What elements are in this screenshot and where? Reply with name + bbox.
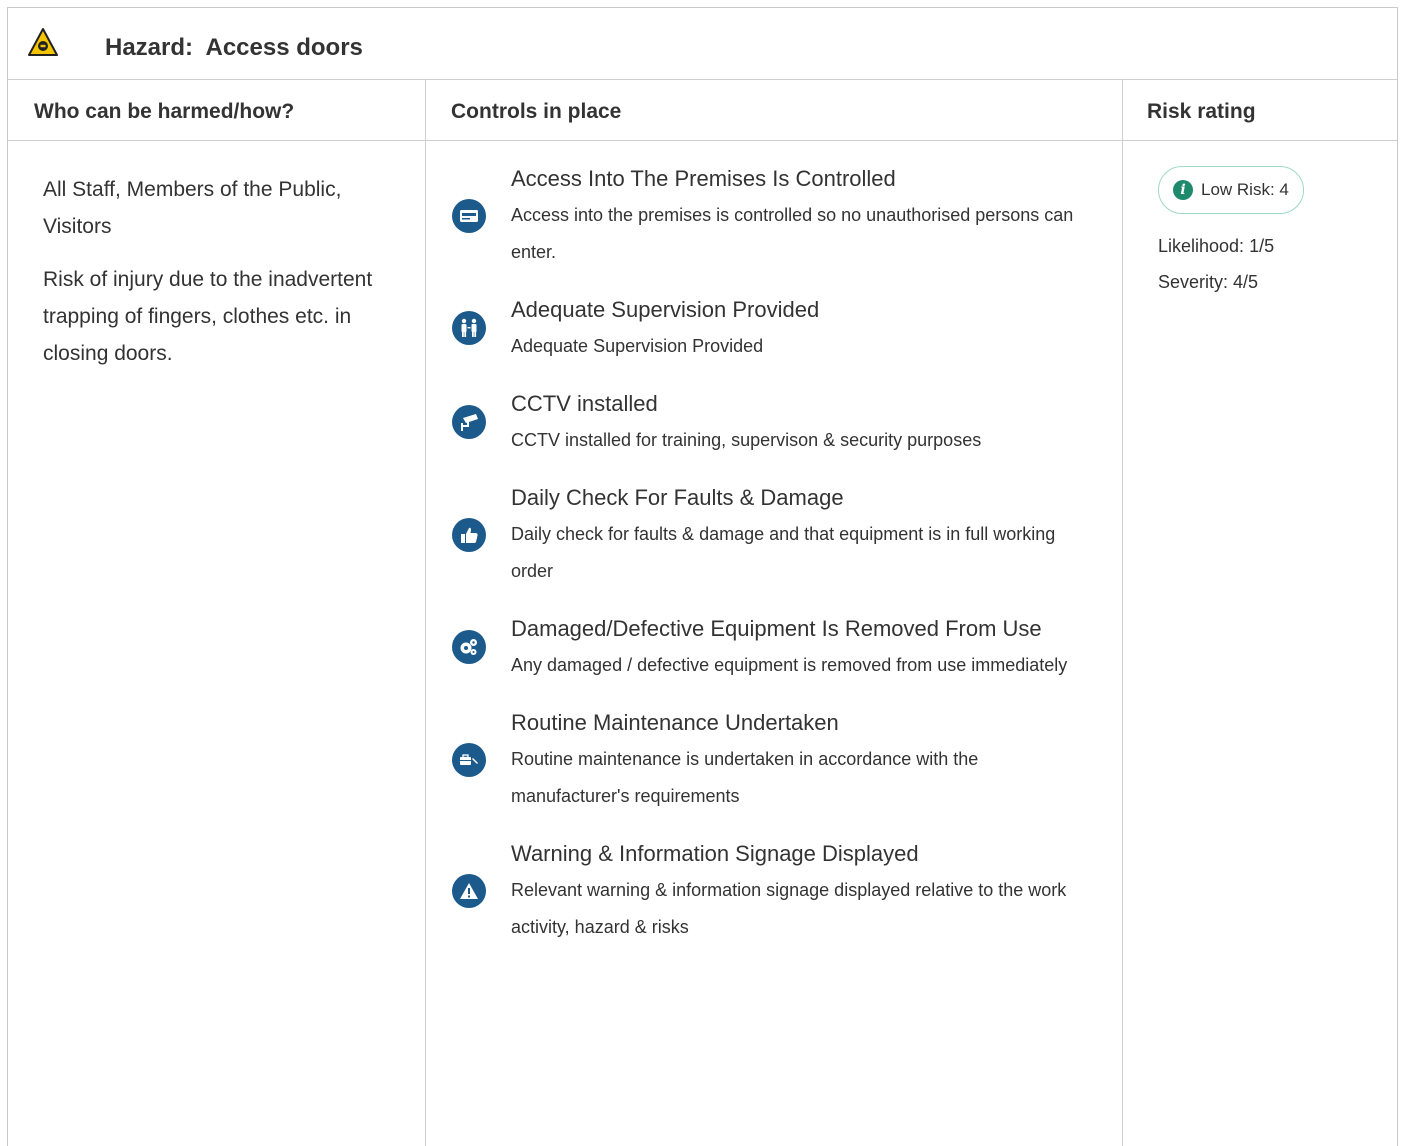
column-header-controls: Controls in place <box>451 100 622 123</box>
thumbs-up-icon <box>452 517 486 552</box>
control-description: CCTV installed for training, supervison … <box>511 430 982 450</box>
control-item: Routine Maintenance Undertaken Routine m… <box>452 704 1092 815</box>
controls-list: Access Into The Premises Is Controlled A… <box>452 160 1092 966</box>
control-title: Damaged/Defective Equipment Is Removed F… <box>511 616 1042 641</box>
affected-people: All Staff, Members of the Public, Visito… <box>43 178 342 238</box>
column-divider <box>1122 80 1123 1146</box>
cogs-icon <box>452 630 486 664</box>
hazard-warning-icon <box>28 28 58 56</box>
toolbox-icon <box>452 742 486 777</box>
control-title: Adequate Supervision Provided <box>511 297 820 322</box>
supervision-icon <box>452 311 486 345</box>
column-divider <box>425 80 426 1146</box>
risk-rating: i Low Risk: 4 Likelihood: 1/5 Severity: … <box>1158 166 1304 300</box>
who-can-be-harmed: All Staff, Members of the Public, Visito… <box>43 171 403 372</box>
warning-sign-icon <box>452 873 486 908</box>
control-item: Adequate Supervision Provided Adequate S… <box>452 291 1092 365</box>
control-title: CCTV installed <box>511 391 658 416</box>
control-description: Access into the premises is controlled s… <box>511 205 1074 262</box>
risk-likelihood: Likelihood: 1/5 <box>1158 236 1275 256</box>
control-description: Relevant warning & information signage d… <box>511 880 1067 937</box>
control-item: Access Into The Premises Is Controlled A… <box>452 160 1092 271</box>
hazard-title: Hazard: Access doors <box>105 34 363 62</box>
column-header-who: Who can be harmed/how? <box>34 100 295 123</box>
cctv-camera-icon <box>452 405 486 439</box>
control-title: Daily Check For Faults & Damage <box>511 485 844 510</box>
info-icon: i <box>1173 180 1193 200</box>
risk-severity: Severity: 4/5 <box>1158 272 1259 292</box>
control-title: Access Into The Premises Is Controlled <box>511 166 896 191</box>
risk-badge-label: Low Risk: 4 <box>1201 180 1289 199</box>
hazard-name: Access doors <box>205 34 363 61</box>
control-description: Daily check for faults & damage and that… <box>511 524 1056 581</box>
risk-badge[interactable]: i Low Risk: 4 <box>1158 166 1304 214</box>
column-header-risk: Risk rating <box>1147 100 1256 123</box>
control-description: Any damaged / defective equipment is rem… <box>511 655 1068 675</box>
control-item: Warning & Information Signage Displayed … <box>452 835 1092 946</box>
control-description: Adequate Supervision Provided <box>511 336 764 356</box>
control-title: Warning & Information Signage Displayed <box>511 841 919 866</box>
control-item: CCTV installed CCTV installed for traini… <box>452 385 1092 459</box>
pass-card-icon <box>452 198 486 233</box>
control-title: Routine Maintenance Undertaken <box>511 710 839 735</box>
control-description: Routine maintenance is undertaken in acc… <box>511 749 979 806</box>
control-item: Daily Check For Faults & Damage Daily ch… <box>452 479 1092 590</box>
control-item: Damaged/Defective Equipment Is Removed F… <box>452 610 1092 684</box>
column-headers: Who can be harmed/how? Controls in place… <box>8 80 1397 141</box>
harm-description: Risk of injury due to the inadvertent tr… <box>43 268 373 365</box>
hazard-label: Hazard: <box>105 34 194 61</box>
hazard-header: Hazard: Access doors <box>8 8 1397 80</box>
